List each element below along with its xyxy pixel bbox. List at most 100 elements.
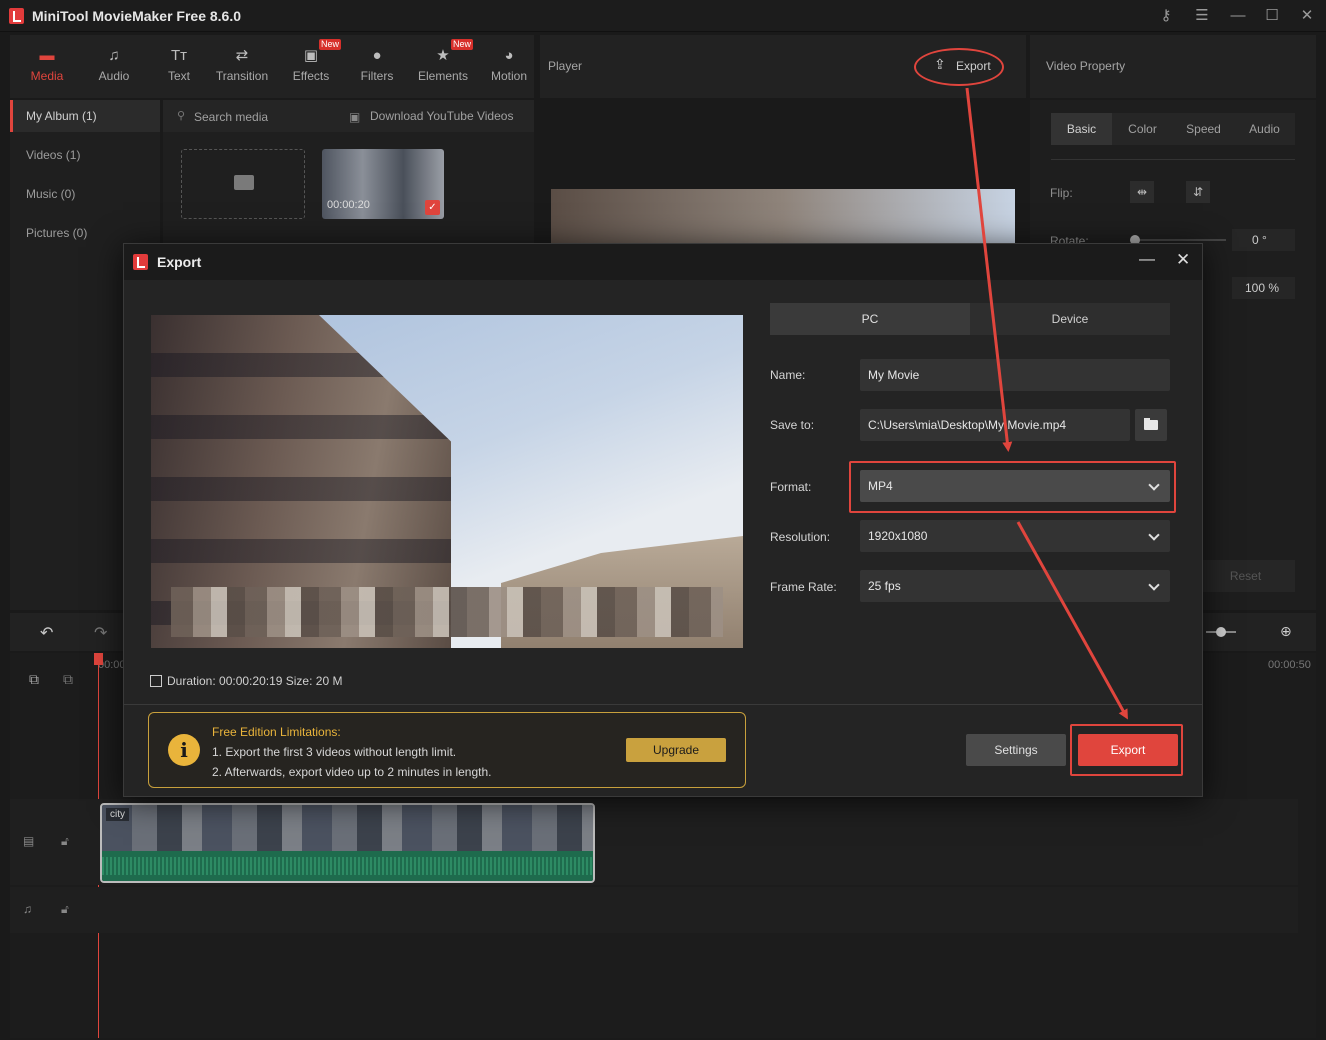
rotate-value[interactable]: 0 ° bbox=[1232, 229, 1295, 251]
tool-label: Filters bbox=[360, 69, 394, 83]
tool-filters[interactable]: ● Filters bbox=[344, 35, 410, 98]
dialog-minimize-icon[interactable]: — bbox=[1139, 251, 1155, 269]
nav-videos[interactable]: Videos (1) bbox=[10, 139, 160, 171]
frame-rate-label: Frame Rate: bbox=[770, 580, 837, 594]
zoom-in-icon[interactable]: ⊕ bbox=[1280, 623, 1292, 640]
settings-button[interactable]: Settings bbox=[966, 734, 1066, 766]
music-track-icon: ♫ bbox=[23, 902, 32, 916]
duration-size-text: Duration: 00:00:20:19 Size: 20 M bbox=[167, 674, 343, 688]
info-icon: i bbox=[168, 734, 200, 766]
video-track-icon: ▤ bbox=[23, 834, 35, 848]
timeline-clip[interactable]: city bbox=[100, 803, 595, 883]
tool-effects[interactable]: ▣ Effects New bbox=[278, 35, 344, 98]
tool-audio[interactable]: ♫ Audio bbox=[81, 35, 147, 98]
new-badge: New bbox=[450, 39, 473, 50]
lock-icon[interactable]: 🔓︎ bbox=[61, 902, 69, 917]
filters-icon: ● bbox=[372, 47, 382, 64]
tab-color[interactable]: Color bbox=[1112, 113, 1173, 145]
dialog-divider bbox=[124, 704, 1202, 705]
app-logo-icon bbox=[9, 8, 24, 24]
tab-device[interactable]: Device bbox=[970, 303, 1170, 335]
player-preview bbox=[551, 189, 1015, 249]
reset-button[interactable]: Reset bbox=[1196, 560, 1295, 592]
media-clip-thumbnail[interactable]: 00:00:20 ✓ bbox=[322, 149, 444, 219]
scale-value[interactable]: 100 % bbox=[1232, 277, 1295, 299]
name-label: Name: bbox=[770, 368, 806, 382]
redo-icon[interactable]: ↷ bbox=[94, 623, 107, 643]
search-icon: ⚲ bbox=[177, 110, 186, 122]
tool-motion[interactable]: ◕ Motion bbox=[476, 35, 542, 98]
close-icon[interactable]: ✕ bbox=[1297, 6, 1317, 26]
tool-label: Elements bbox=[417, 69, 469, 83]
tab-speed[interactable]: Speed bbox=[1173, 113, 1234, 145]
save-path-input[interactable]: C:\Users\mia\Desktop\My Movie.mp4 bbox=[860, 409, 1130, 441]
check-icon: ✓ bbox=[425, 200, 440, 215]
audio-track bbox=[10, 887, 1298, 933]
audio-waveform bbox=[102, 851, 593, 881]
minimize-icon[interactable]: — bbox=[1228, 6, 1248, 26]
tool-label: Text bbox=[167, 69, 190, 83]
dialog-close-icon[interactable]: ✕ bbox=[1176, 250, 1190, 270]
save-to-label: Save to: bbox=[770, 418, 815, 432]
divider bbox=[1051, 159, 1295, 160]
tool-label: Motion bbox=[490, 69, 528, 83]
clip-frames bbox=[102, 805, 593, 853]
limitations-line-2: 2. Afterwards, export video up to 2 minu… bbox=[212, 765, 492, 779]
resolution-select[interactable]: 1920x1080 bbox=[860, 520, 1170, 552]
limitations-title: Free Edition Limitations: bbox=[212, 725, 341, 739]
tool-label: Media bbox=[30, 69, 64, 83]
format-highlight bbox=[849, 461, 1176, 513]
search-input[interactable]: Search media bbox=[194, 110, 268, 124]
browse-folder-button[interactable] bbox=[1135, 409, 1167, 441]
key-icon[interactable]: ⚷ bbox=[1156, 6, 1176, 26]
import-media-tile[interactable] bbox=[181, 149, 305, 219]
undo-icon[interactable]: ↶ bbox=[40, 623, 53, 643]
property-tabs: Basic Color Speed Audio bbox=[1051, 113, 1295, 145]
player-title: Player bbox=[548, 59, 583, 73]
tool-label: Transition bbox=[215, 69, 269, 83]
tool-text[interactable]: Tт Text bbox=[146, 35, 212, 98]
app-title: MiniTool MovieMaker Free 8.6.0 bbox=[32, 8, 242, 24]
motion-icon: ◕ bbox=[504, 47, 514, 64]
add-track-icon[interactable]: ⧉ bbox=[29, 671, 39, 688]
flip-vertical-icon[interactable]: ⇵ bbox=[1186, 181, 1210, 203]
limitations-line-1: 1. Export the first 3 videos without len… bbox=[212, 745, 457, 759]
dialog-title: Export bbox=[157, 254, 202, 270]
export-info: Duration: 00:00:20:19 Size: 20 M bbox=[150, 674, 342, 688]
download-youtube-link[interactable]: Download YouTube Videos bbox=[370, 109, 513, 123]
menu-icon[interactable]: ☰ bbox=[1192, 6, 1212, 26]
frame-rate-value: 25 fps bbox=[868, 579, 901, 593]
upgrade-button[interactable]: Upgrade bbox=[626, 738, 726, 762]
property-header: Video Property bbox=[1030, 35, 1316, 98]
timeline-end-time: 00:00:50 bbox=[1268, 659, 1311, 671]
tab-basic[interactable]: Basic bbox=[1051, 113, 1112, 145]
zoom-slider-handle[interactable] bbox=[1216, 627, 1226, 637]
elements-icon: ★ bbox=[436, 47, 450, 64]
copy-track-icon[interactable]: ⧉ bbox=[63, 671, 73, 688]
tool-media[interactable]: ▬ Media bbox=[14, 35, 80, 98]
tool-transition[interactable]: ⇄ Transition bbox=[209, 35, 275, 98]
property-title: Video Property bbox=[1046, 59, 1126, 73]
tool-elements[interactable]: ★ Elements New bbox=[410, 35, 476, 98]
tab-pc[interactable]: PC bbox=[770, 303, 970, 335]
new-badge: New bbox=[318, 39, 341, 50]
tool-label: Effects bbox=[292, 69, 330, 83]
maximize-icon[interactable]: ☐ bbox=[1262, 6, 1282, 26]
folder-icon bbox=[234, 175, 254, 190]
chevron-down-icon bbox=[1148, 579, 1160, 591]
text-icon: Tт bbox=[170, 47, 188, 64]
name-input[interactable]: My Movie bbox=[860, 359, 1170, 391]
playhead-handle[interactable] bbox=[94, 653, 103, 665]
preview-pixelated-area bbox=[171, 587, 723, 637]
tab-audio[interactable]: Audio bbox=[1234, 113, 1295, 145]
flip-horizontal-icon[interactable]: ⇹ bbox=[1130, 181, 1154, 203]
rotate-slider[interactable] bbox=[1134, 239, 1226, 241]
nav-music[interactable]: Music (0) bbox=[10, 178, 160, 210]
music-note-icon: ♫ bbox=[108, 47, 120, 64]
lock-icon[interactable]: 🔓︎ bbox=[61, 834, 69, 849]
frame-rate-select[interactable]: 25 fps bbox=[860, 570, 1170, 602]
nav-my-album[interactable]: My Album (1) bbox=[10, 100, 160, 132]
film-icon bbox=[150, 675, 162, 687]
tool-label: Audio bbox=[98, 69, 130, 83]
transition-icon: ⇄ bbox=[235, 47, 249, 64]
